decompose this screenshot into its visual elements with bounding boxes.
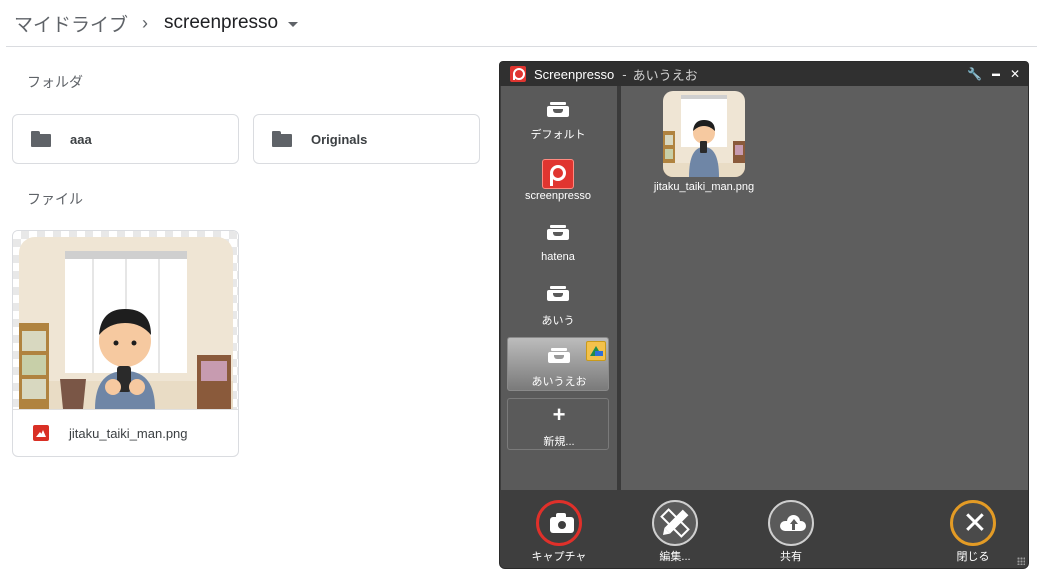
- share-button[interactable]: 共有: [751, 498, 831, 564]
- share-label: 共有: [780, 551, 802, 563]
- chevron-right-icon: ›: [142, 12, 149, 33]
- new-folder-label: 新規...: [543, 436, 575, 448]
- sidebar-item-label: あいう: [541, 315, 575, 327]
- sidebar-item-label: screenpresso: [524, 190, 592, 202]
- folder-icon: [272, 131, 292, 147]
- edit-label: 編集...: [659, 551, 691, 563]
- header-divider: [6, 46, 1037, 47]
- screenpresso-titlebar[interactable]: Screenpresso - あいうえお 🔧 ▬ ✕: [500, 62, 1028, 86]
- folder-card-aaa[interactable]: aaa: [12, 114, 239, 164]
- tray-icon: [547, 286, 569, 301]
- file-footer: jitaku_taiki_man.png: [13, 409, 238, 456]
- dropdown-caret-icon[interactable]: [288, 21, 299, 27]
- file-thumbnail: [13, 231, 238, 409]
- sidebar-item-label: デフォルト: [530, 129, 586, 141]
- close-x-icon: ✕: [962, 507, 988, 540]
- capture-label: キャプチャ: [531, 551, 587, 563]
- capture-button[interactable]: キャプチャ: [519, 498, 599, 564]
- screenpresso-icon: [542, 159, 574, 189]
- man-using-phone-illustration: [19, 237, 233, 409]
- tray-icon: [547, 225, 569, 240]
- window-title-folder: あいうえお: [632, 67, 698, 83]
- sidebar-item-aiu[interactable]: あいう: [507, 274, 609, 328]
- close-label: 閉じる: [956, 551, 990, 563]
- folders-heading: フォルダ: [27, 74, 83, 90]
- tray-icon: [547, 102, 569, 117]
- folder-name: Originals: [311, 131, 368, 147]
- folder-name: aaa: [70, 131, 92, 147]
- sidebar-item-label: hatena: [541, 251, 575, 263]
- wrench-icon[interactable]: 🔧: [967, 66, 982, 82]
- file-name: jitaku_taiki_man.png: [69, 425, 188, 441]
- sidebar-item-label: あいうえお: [531, 376, 587, 388]
- file-card-jitaku-taiki-man[interactable]: jitaku_taiki_man.png: [12, 230, 239, 457]
- folder-card-originals[interactable]: Originals: [253, 114, 480, 164]
- files-heading: ファイル: [27, 191, 83, 207]
- sidebar-item-aiueo[interactable]: あいうえお: [507, 337, 609, 391]
- google-drive-icon: [586, 341, 606, 361]
- thumbnail-filename: jitaku_taiki_man.png: [653, 181, 755, 193]
- new-folder-button[interactable]: + 新規...: [507, 398, 609, 450]
- breadcrumb-current-folder[interactable]: screenpresso: [164, 12, 278, 34]
- minimize-icon[interactable]: ▬: [992, 66, 1000, 82]
- screenshot-thumbnail[interactable]: [663, 91, 745, 177]
- sidebar-item-screenpresso[interactable]: screenpresso: [507, 152, 609, 206]
- breadcrumb: マイドライブ › screenpresso: [0, 0, 1037, 46]
- cloud-upload-icon: [780, 515, 806, 531]
- window-title-app: Screenpresso: [534, 66, 615, 82]
- window-title-separator: -: [622, 66, 627, 82]
- image-icon: [33, 425, 49, 441]
- screenpresso-logo-icon: [510, 66, 526, 82]
- man-using-phone-illustration: [663, 91, 745, 177]
- screenpresso-toolbar: キャプチャ 編集... 共有 ✕ 閉じる: [500, 490, 1028, 568]
- resize-grip-icon[interactable]: [1017, 557, 1025, 565]
- close-icon[interactable]: ✕: [1010, 66, 1020, 82]
- sidebar-item-hatena[interactable]: hatena: [507, 213, 609, 267]
- sidebar-item-default[interactable]: デフォルト: [507, 90, 609, 144]
- breadcrumb-my-drive[interactable]: マイドライブ: [14, 10, 128, 37]
- edit-button[interactable]: 編集...: [635, 498, 715, 564]
- tray-icon: [548, 348, 570, 363]
- screenpresso-workspace: jitaku_taiki_man.png: [621, 86, 1028, 490]
- screenpresso-sidebar: デフォルト screenpresso hatena あいう あいうえお + 新規…: [501, 86, 617, 490]
- window-controls: 🔧 ▬ ✕: [967, 66, 1020, 82]
- plus-icon: +: [552, 402, 566, 427]
- screenpresso-window: Screenpresso - あいうえお 🔧 ▬ ✕ デフォルト screenp…: [499, 61, 1029, 569]
- pencil-ruler-icon: [660, 508, 690, 538]
- close-button[interactable]: ✕ 閉じる: [933, 498, 1013, 564]
- folder-icon: [31, 131, 51, 147]
